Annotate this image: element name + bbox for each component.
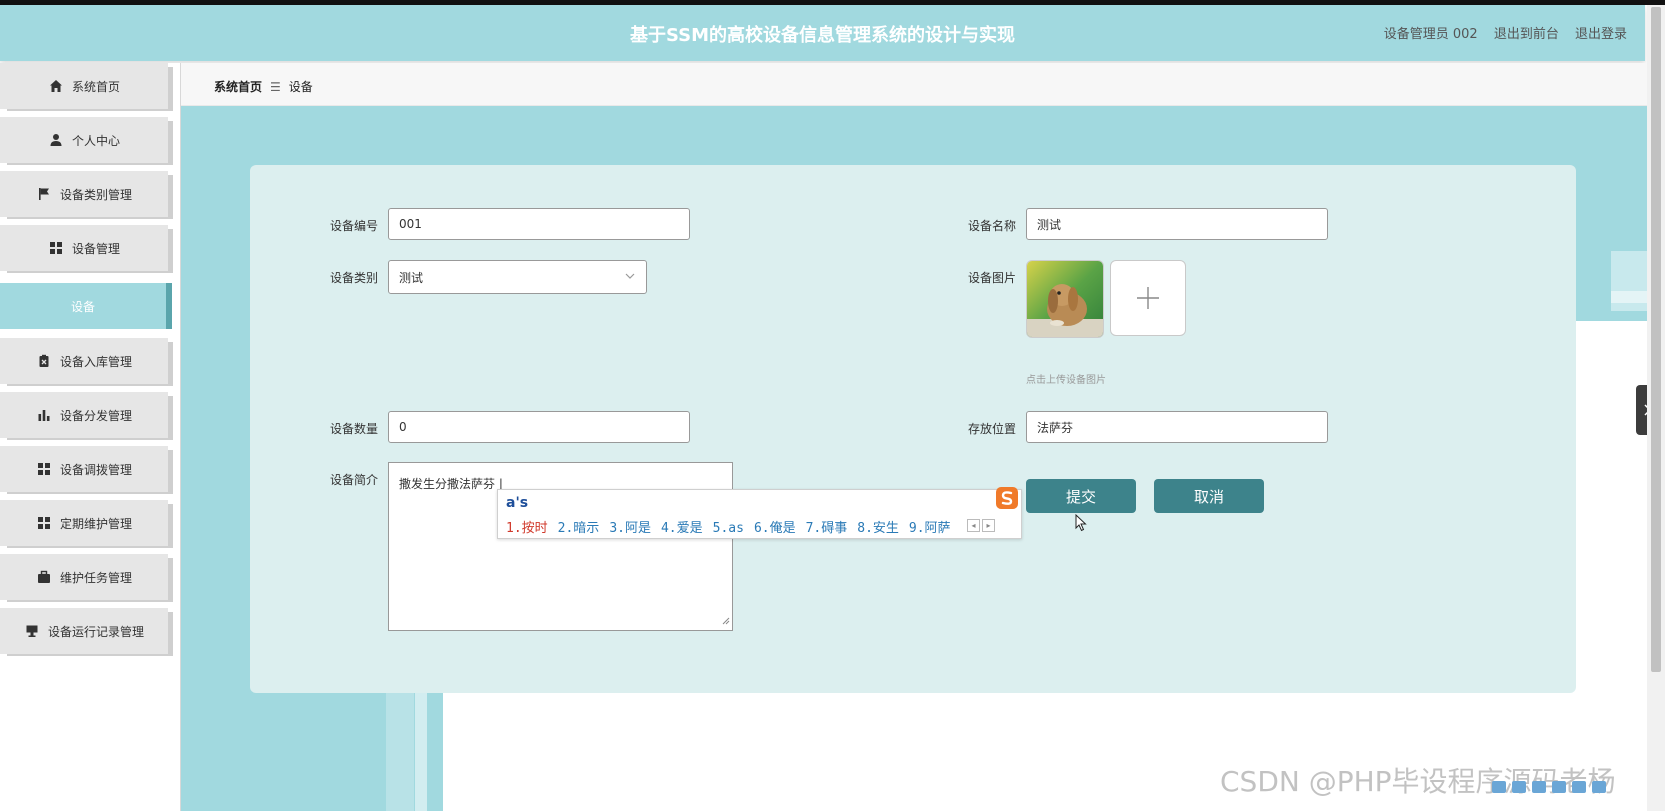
- ime-tray-icon[interactable]: [1512, 781, 1526, 793]
- breadcrumb-separator: ☰: [270, 80, 281, 94]
- rabbit-photo: [1027, 261, 1103, 337]
- scrollbar-thumb[interactable]: [1651, 7, 1661, 672]
- ime-candidate[interactable]: 2.暗示: [558, 521, 600, 536]
- intro-label: 设备简介: [330, 473, 379, 487]
- ime-tray-icon[interactable]: [1552, 781, 1566, 793]
- category-selected-value: 测试: [399, 270, 424, 285]
- sidebar-item-label: 定期维护管理: [59, 516, 132, 531]
- display-icon: [24, 624, 40, 638]
- device-name-input[interactable]: 测试: [1026, 208, 1328, 240]
- device-no-label: 设备编号: [330, 219, 379, 233]
- breadcrumb-home[interactable]: 系统首页: [214, 80, 262, 94]
- bar-chart-icon: [36, 408, 52, 422]
- decor-step: [1611, 291, 1647, 303]
- cancel-button[interactable]: 取消: [1154, 479, 1264, 513]
- page-scrollbar[interactable]: [1647, 5, 1665, 811]
- device-name-label: 设备名称: [968, 219, 1017, 233]
- sidebar-item-tasks[interactable]: 维护任务管理: [0, 554, 168, 600]
- sidebar-item-label: 设备调拨管理: [59, 462, 132, 477]
- sidebar-item-category[interactable]: 设备类别管理: [0, 171, 168, 217]
- quantity-input[interactable]: 0: [388, 411, 690, 443]
- flag-icon: [36, 187, 52, 201]
- sidebar-subitem-label: 设备: [70, 299, 95, 314]
- ime-candidate-list: 1.按时 2.暗示 3.阿是 4.爱是 5.as 6.俺是 7.碍事 8.安生 9.阿萨: [506, 517, 961, 536]
- sidebar-item-run-records[interactable]: 设备运行记录管理: [0, 608, 168, 654]
- sidebar-item-maintenance[interactable]: 定期维护管理: [0, 500, 168, 546]
- image-label: 设备图片: [968, 271, 1017, 285]
- sidebar-item-label: 个人中心: [71, 133, 120, 148]
- ime-tray-icon[interactable]: [1492, 781, 1506, 793]
- ime-page-nav: ◂ ▸: [967, 519, 995, 532]
- sidebar-item-label: 设备分发管理: [59, 408, 132, 423]
- ime-candidate-popup: a's 1.按时 2.暗示 3.阿是 4.爱是 5.as 6.俺是 7.碍事 8.安生 9.阿萨…: [497, 486, 1022, 539]
- user-label: 设备管理员 002: [1383, 27, 1478, 42]
- grid-icon: [36, 462, 52, 476]
- sidebar-item-device-mgmt[interactable]: 设备管理: [0, 225, 168, 271]
- briefcase-icon: [36, 570, 52, 584]
- device-no-input[interactable]: 001: [388, 208, 690, 240]
- upload-hint: 点击上传设备图片: [1026, 375, 1106, 386]
- sidebar-item-transfer[interactable]: 设备调拨管理: [0, 446, 168, 492]
- ime-logo-icon: [995, 486, 1019, 510]
- sidebar-item-label: 设备入库管理: [59, 354, 132, 369]
- ime-candidate[interactable]: 1.按时: [506, 521, 548, 536]
- ime-candidate[interactable]: 5.as: [713, 521, 744, 536]
- sidebar-item-label: 设备运行记录管理: [47, 624, 144, 639]
- sidebar-item-home[interactable]: 系统首页: [0, 63, 168, 109]
- ime-candidate[interactable]: 4.爱是: [661, 521, 703, 536]
- sidebar-subitem-device[interactable]: 设备: [0, 283, 172, 329]
- back-to-frontend-link[interactable]: 退出到前台: [1494, 27, 1559, 42]
- form-card: 设备编号 001 设备名称 测试 设备类别 测试 设备图片 点击上传设备图片 设…: [250, 165, 1576, 693]
- sidebar-item-label: 设备类别管理: [59, 187, 132, 202]
- device-image-thumbnail[interactable]: [1026, 260, 1104, 338]
- ime-candidate[interactable]: 7.碍事: [806, 521, 848, 536]
- category-select[interactable]: 测试: [388, 260, 647, 294]
- breadcrumb-bar: 系统首页 ☰ 设备: [181, 63, 1647, 106]
- ime-status-tray: [1492, 776, 1647, 798]
- submit-button[interactable]: 提交: [1026, 479, 1136, 513]
- ime-candidate[interactable]: 3.阿是: [609, 521, 651, 536]
- intro-text: 撒发生分撒法萨芬 |: [399, 477, 503, 491]
- chevron-down-icon: [624, 270, 636, 285]
- mouse-pointer-icon: [1075, 513, 1087, 536]
- ime-composition: a's: [506, 495, 529, 511]
- ime-candidate[interactable]: 8.安生: [857, 521, 899, 536]
- sidebar-item-label: 设备管理: [71, 241, 120, 256]
- user-icon: [48, 133, 64, 147]
- ime-tray-icon[interactable]: [1572, 781, 1586, 793]
- ime-candidate[interactable]: 9.阿萨: [909, 521, 951, 536]
- app-header: 基于SSM的高校设备信息管理系统的设计与实现 设备管理员 002 退出到前台 退…: [0, 5, 1645, 61]
- grid-icon: [48, 241, 64, 255]
- sidebar-item-label: 维护任务管理: [59, 570, 132, 585]
- sidebar-item-distribution[interactable]: 设备分发管理: [0, 392, 168, 438]
- ime-prev-icon[interactable]: ◂: [967, 519, 980, 532]
- clipboard-icon: [36, 354, 52, 368]
- upload-image-button[interactable]: [1110, 260, 1186, 336]
- location-label: 存放位置: [968, 422, 1017, 436]
- breadcrumb-current: 设备: [288, 80, 313, 94]
- sidebar-item-personal[interactable]: 个人中心: [0, 117, 168, 163]
- grid-icon: [36, 516, 52, 530]
- sidebar-item-label: 系统首页: [71, 79, 120, 94]
- home-icon: [48, 79, 64, 93]
- ime-next-icon[interactable]: ▸: [982, 519, 995, 532]
- resize-grip-icon[interactable]: [722, 614, 730, 628]
- sidebar-item-stock-in[interactable]: 设备入库管理: [0, 338, 168, 384]
- category-label: 设备类别: [330, 271, 379, 285]
- plus-icon: [1137, 287, 1159, 309]
- ime-tray-icon[interactable]: [1592, 781, 1606, 793]
- quantity-label: 设备数量: [330, 422, 379, 436]
- logout-link[interactable]: 退出登录: [1575, 27, 1627, 42]
- location-input[interactable]: 法萨芬: [1026, 411, 1328, 443]
- ime-candidate[interactable]: 6.俺是: [754, 521, 796, 536]
- header-user-area: 设备管理员 002 退出到前台 退出登录: [1372, 23, 1627, 42]
- sidebar: 系统首页 个人中心 设备类别管理 设备管理 设备 设备入库管理 设备分发管理 设…: [0, 63, 181, 811]
- breadcrumb: 系统首页 ☰ 设备: [214, 78, 313, 95]
- ime-tray-icon[interactable]: [1532, 781, 1546, 793]
- intro-textarea[interactable]: 撒发生分撒法萨芬 |: [388, 462, 733, 631]
